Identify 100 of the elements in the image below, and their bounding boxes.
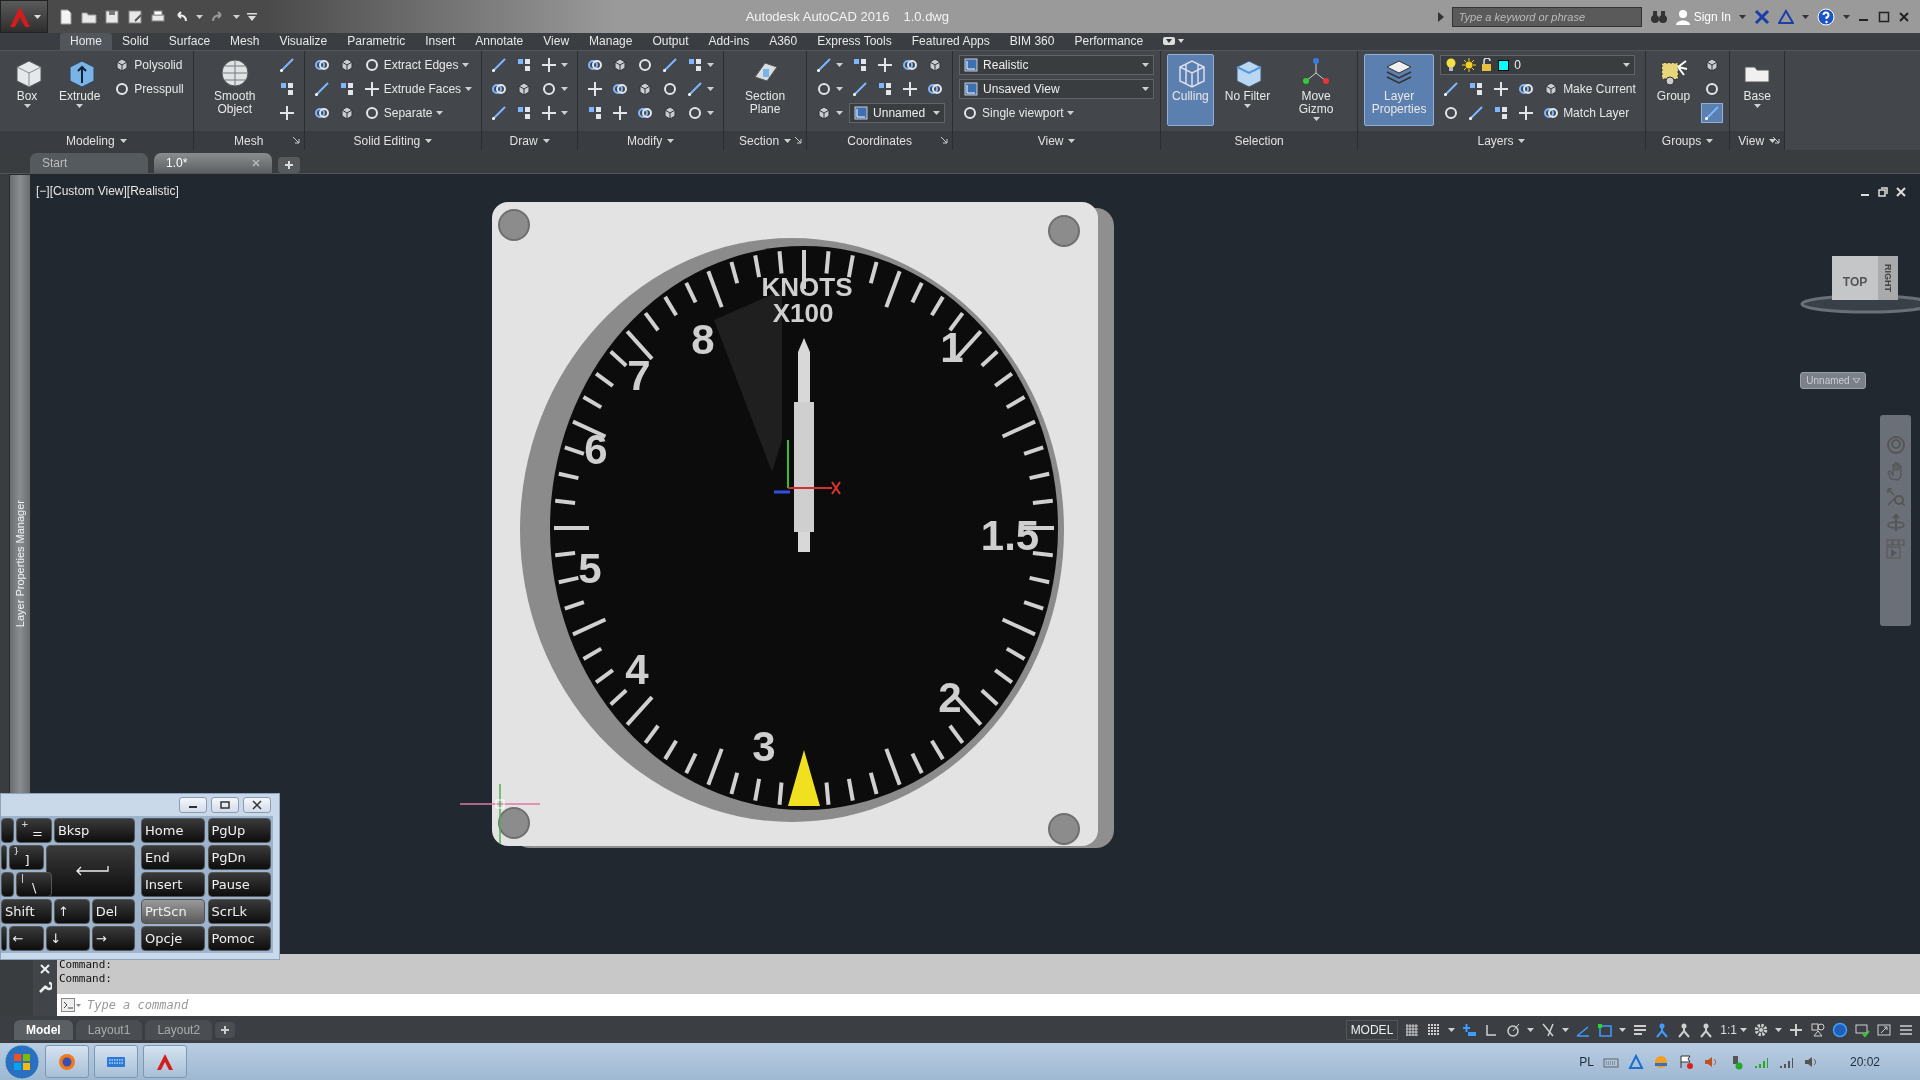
ribbon-tab[interactable]: Parametric [337, 33, 416, 50]
ribbon-button[interactable]: Make Current [1540, 79, 1639, 99]
ribbon-tab[interactable]: Output [642, 33, 699, 50]
command-line-field[interactable]: Type a command [57, 994, 1920, 1016]
model-space-button[interactable]: MODEL [1345, 1019, 1399, 1040]
ribbon-button[interactable]: No Filter [1219, 54, 1276, 126]
caret-icon[interactable] [1562, 1027, 1570, 1032]
keyboard-key[interactable] [1, 845, 7, 870]
caret-icon[interactable] [1775, 1027, 1782, 1032]
gear-icon[interactable] [1753, 1021, 1769, 1038]
restore-button[interactable] [211, 797, 239, 813]
ribbon-button[interactable]: Box [6, 54, 48, 126]
caret-icon[interactable] [1619, 1027, 1627, 1032]
document-icon[interactable] [58, 8, 74, 25]
ribbon-button[interactable]: Presspull [111, 79, 187, 99]
keyboard-key[interactable]: Insert [141, 872, 205, 897]
keyboard-key[interactable]: Bksp [53, 818, 135, 843]
printer-icon[interactable] [150, 8, 166, 25]
keyboard-key[interactable] [1, 926, 7, 951]
keyboard-key[interactable] [1, 872, 15, 897]
close-icon[interactable] [1898, 10, 1910, 23]
ribbon-button[interactable]: Base [1736, 54, 1779, 126]
annotation-scale[interactable]: 1:1 [1720, 1022, 1747, 1037]
keyboard-key[interactable]: + = [16, 818, 52, 843]
panel-title[interactable]: Layers [1477, 133, 1526, 148]
ribbon-button[interactable]: Section Plane [730, 54, 801, 126]
viewcube-face-label[interactable]: TOP [1842, 275, 1868, 289]
start-button-icon[interactable] [4, 1043, 40, 1080]
expand-arrow-icon[interactable] [1437, 11, 1444, 22]
keyboard-key[interactable] [1, 818, 15, 843]
close-button[interactable] [243, 797, 271, 813]
ribbon-tab[interactable]: Add-ins [698, 33, 760, 50]
caret-icon[interactable] [1448, 1027, 1456, 1032]
maximize-icon[interactable] [1878, 10, 1890, 23]
ribbon-button[interactable]: Extrude Faces [360, 79, 476, 99]
keyboard-key[interactable]: → [91, 926, 135, 951]
caret-icon[interactable] [196, 14, 203, 19]
shapes-icon[interactable] [1810, 1021, 1826, 1038]
keyboard-key[interactable]: End [141, 845, 205, 870]
square-icon[interactable] [1597, 1021, 1614, 1038]
plus-bar-icon[interactable] [1461, 1021, 1478, 1038]
ribbon-tab[interactable]: Solid [112, 33, 159, 50]
viewport-control[interactable]: [Custom View] [49, 184, 127, 198]
document-tab[interactable]: Start [30, 153, 148, 173]
viewcube-drawing[interactable]: TOP RIGHT [1800, 256, 1920, 314]
application-menu-button[interactable] [0, 0, 48, 33]
dropdown-field[interactable]: Realistic [959, 55, 1155, 75]
keyboard-key[interactable]: PrtScn [141, 899, 205, 924]
ribbon-tab[interactable]: BIM 360 [999, 33, 1065, 50]
ribbon-button[interactable]: Culling [1167, 54, 1214, 126]
crosshair-cursor[interactable] [460, 784, 540, 844]
clock-time[interactable]: 20:02 [1849, 1054, 1880, 1069]
fullscreen-icon[interactable] [1876, 1021, 1892, 1038]
keyboard-key[interactable]: ← [8, 926, 45, 951]
add-layout-icon[interactable] [215, 1021, 236, 1038]
ribbon-button[interactable]: Smooth Object [199, 54, 270, 126]
ribbon-button[interactable]: Extract Edges [360, 55, 473, 75]
ribbon-tab[interactable]: Surface [158, 33, 221, 50]
ribbon-tab[interactable]: Express Tools [807, 33, 902, 50]
crossed-lines-icon[interactable] [1540, 1021, 1557, 1038]
ribbon-tab[interactable]: Featured Apps [901, 33, 1000, 50]
keyboard-key[interactable]: Shift [1, 899, 52, 924]
taskbar-button[interactable] [45, 1045, 89, 1078]
dropdown-field[interactable]: 0 [1440, 55, 1636, 75]
document-tab[interactable]: 1.0* [154, 153, 272, 173]
keyboard-key[interactable]: Pause [207, 872, 271, 897]
figure-icon[interactable] [1698, 1021, 1715, 1038]
layout-tab[interactable]: Layout1 [75, 1019, 143, 1040]
monitor-check-icon[interactable] [1854, 1021, 1870, 1038]
x-logo-icon[interactable] [1754, 8, 1770, 25]
ribbon-tab[interactable]: Performance [1064, 33, 1154, 50]
tool-button[interactable] [1701, 103, 1724, 123]
ribbon-button[interactable]: Move Gizmo [1281, 54, 1352, 126]
ribbon-tab[interactable]: Insert [415, 33, 466, 50]
keyboard-key[interactable]: Opcje [141, 926, 205, 951]
dropdown-field[interactable]: Unsaved View [959, 79, 1155, 99]
launcher-arrow-icon[interactable] [1773, 137, 1781, 144]
minimize-button[interactable] [179, 797, 207, 813]
ribbon-tab[interactable]: Visualize [269, 33, 338, 50]
layout-tab[interactable]: Model [14, 1019, 73, 1040]
keyboard-key[interactable]: ↑ [53, 899, 90, 924]
figure-icon[interactable] [1654, 1021, 1671, 1038]
grid-icon[interactable] [1404, 1021, 1421, 1038]
viewport-control[interactable]: [Realistic] [126, 184, 179, 198]
sun-disc-icon[interactable] [1652, 1053, 1669, 1070]
ribbon-tab[interactable]: Mesh [220, 33, 270, 50]
taskbar-button[interactable] [143, 1045, 187, 1078]
keyboard-key[interactable]: | \ [16, 872, 52, 897]
binoculars-icon[interactable] [1649, 8, 1668, 25]
prompt-icon[interactable] [61, 998, 81, 1012]
restore-icon[interactable] [1878, 187, 1888, 197]
ribbon-tab[interactable]: Manage [579, 33, 643, 50]
caret-icon[interactable] [1739, 14, 1746, 19]
search-field[interactable]: Type a keyword or phrase [1451, 6, 1642, 27]
language-indicator[interactable]: PL [1579, 1054, 1594, 1069]
launcher-arrow-icon[interactable] [292, 137, 300, 144]
customize-menu-icon[interactable] [247, 12, 257, 21]
keyboard-key[interactable]: ScrLk [207, 899, 271, 924]
taskbar-button[interactable] [94, 1045, 138, 1078]
ribbon-button[interactable]: Group [1651, 54, 1696, 126]
